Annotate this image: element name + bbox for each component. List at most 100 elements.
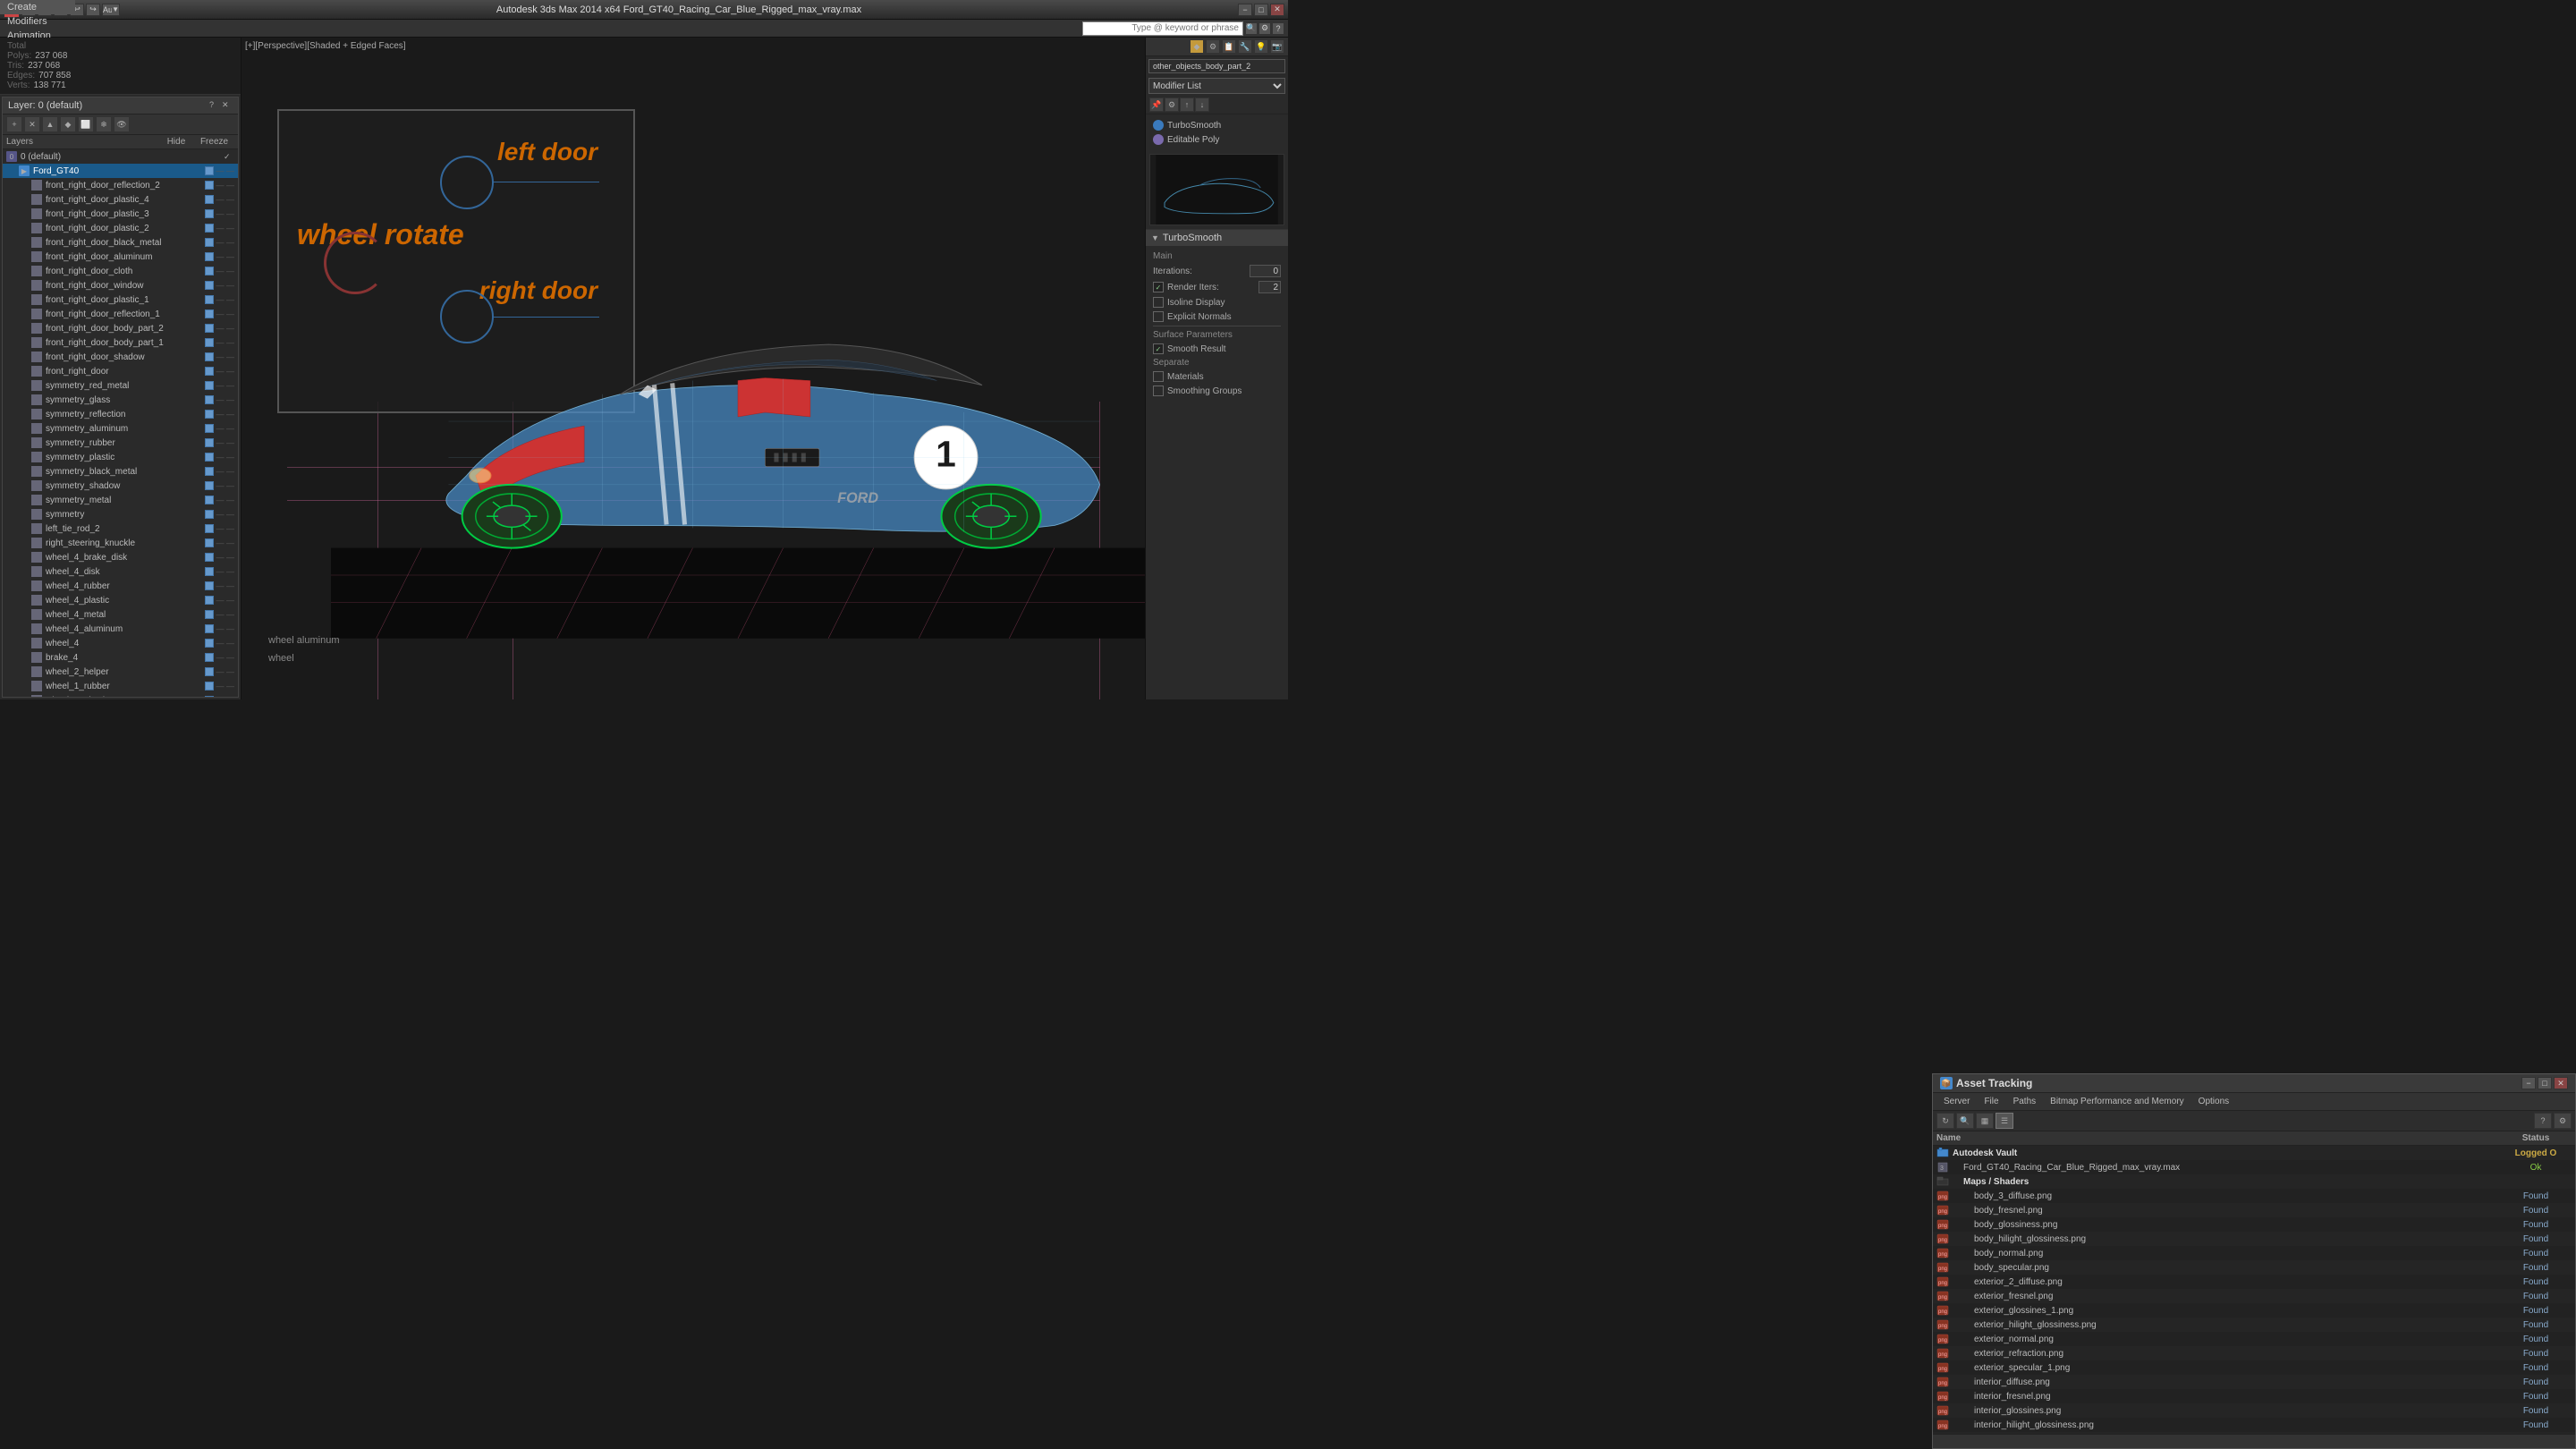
- layer-item-4[interactable]: front_right_door_plastic_3— —: [3, 207, 238, 221]
- asset-minimize-btn[interactable]: −: [2521, 1077, 2536, 1089]
- layer-item-32[interactable]: wheel_4_metal— —: [3, 607, 238, 622]
- asset-item-13[interactable]: pngexterior_normal.pngFound: [1933, 1332, 2575, 1346]
- asset-item-0[interactable]: Autodesk VaultLogged O: [1933, 1146, 2575, 1160]
- layer-delete-btn[interactable]: ✕: [24, 116, 40, 132]
- iterations-input[interactable]: [1250, 265, 1281, 277]
- layer-item-34[interactable]: wheel_4— —: [3, 636, 238, 650]
- layer-item-31[interactable]: wheel_4_plastic— —: [3, 593, 238, 607]
- menu-item-create[interactable]: Create: [0, 0, 75, 14]
- maximize-btn[interactable]: □: [1254, 4, 1268, 16]
- turbosmooth-header[interactable]: ▼ TurboSmooth: [1146, 230, 1288, 246]
- close-btn[interactable]: ✕: [1270, 4, 1284, 16]
- viewport-area[interactable]: [+][Perspective][Shaded + Edged Faces] l…: [242, 38, 1145, 699]
- asset-menu-options[interactable]: Options: [2191, 1095, 2236, 1108]
- modifier-list-dropdown[interactable]: Modifier List: [1148, 78, 1285, 94]
- right-icon-5[interactable]: 💡: [1254, 39, 1268, 54]
- mod-pin-btn[interactable]: 📌: [1149, 97, 1164, 112]
- asset-list[interactable]: Autodesk VaultLogged O3Ford_GT40_Racing_…: [1933, 1146, 2575, 1434]
- layer-item-35[interactable]: brake_4— —: [3, 650, 238, 665]
- layer-item-22[interactable]: symmetry_black_metal— —: [3, 464, 238, 479]
- layer-add-btn[interactable]: ▲: [42, 116, 58, 132]
- layer-close-btn[interactable]: ✕: [222, 100, 233, 111]
- layer-item-8[interactable]: front_right_door_cloth— —: [3, 264, 238, 278]
- layer-item-13[interactable]: front_right_door_body_part_1— —: [3, 335, 238, 350]
- layer-item-14[interactable]: front_right_door_shadow— —: [3, 350, 238, 364]
- layer-item-1[interactable]: ▶Ford_GT40— —: [3, 164, 238, 178]
- layer-select-btn[interactable]: ◆: [60, 116, 76, 132]
- smooth-result-checkbox[interactable]: ✓: [1153, 343, 1164, 354]
- layer-item-33[interactable]: wheel_4_aluminum— —: [3, 622, 238, 636]
- asset-menu-bitmap[interactable]: Bitmap Performance and Memory: [2043, 1095, 2191, 1108]
- layer-item-28[interactable]: wheel_4_brake_disk— —: [3, 550, 238, 564]
- mod-up-btn[interactable]: ↑: [1180, 97, 1194, 112]
- asset-maximize-btn[interactable]: □: [2538, 1077, 2552, 1089]
- minimize-btn[interactable]: −: [1238, 4, 1252, 16]
- layer-item-2[interactable]: front_right_door_reflection_2— —: [3, 178, 238, 192]
- layer-highlight-btn[interactable]: ⬜: [78, 116, 94, 132]
- asset-item-17[interactable]: pnginterior_fresnel.pngFound: [1933, 1389, 2575, 1403]
- layer-item-20[interactable]: symmetry_rubber— —: [3, 436, 238, 450]
- layer-item-30[interactable]: wheel_4_rubber— —: [3, 579, 238, 593]
- asset-list-btn[interactable]: ☰: [1996, 1113, 2013, 1129]
- asset-item-8[interactable]: pngbody_specular.pngFound: [1933, 1260, 2575, 1275]
- asset-close-btn[interactable]: ✕: [2554, 1077, 2568, 1089]
- layer-item-17[interactable]: symmetry_glass— —: [3, 393, 238, 407]
- layer-item-36[interactable]: wheel_2_helper— —: [3, 665, 238, 679]
- modifier-turbosmooth[interactable]: TurboSmooth: [1149, 118, 1284, 132]
- right-icon-1[interactable]: ◆: [1190, 39, 1204, 54]
- redo-btn[interactable]: ↪: [86, 4, 100, 16]
- layer-item-23[interactable]: symmetry_shadow— —: [3, 479, 238, 493]
- mod-config-btn[interactable]: ⚙: [1165, 97, 1179, 112]
- asset-refresh-btn[interactable]: ↻: [1936, 1113, 1954, 1129]
- mod-down-btn[interactable]: ↓: [1195, 97, 1209, 112]
- layer-item-7[interactable]: front_right_door_aluminum— —: [3, 250, 238, 264]
- layer-item-5[interactable]: front_right_door_plastic_2— —: [3, 221, 238, 235]
- modifier-editable-poly[interactable]: Editable Poly: [1149, 132, 1284, 147]
- right-icon-2[interactable]: ⚙: [1206, 39, 1220, 54]
- layer-item-27[interactable]: right_steering_knuckle— —: [3, 536, 238, 550]
- asset-resolve-btn[interactable]: 🔍: [1956, 1113, 1974, 1129]
- layer-item-18[interactable]: symmetry_reflection— —: [3, 407, 238, 421]
- explicit-normals-checkbox[interactable]: [1153, 311, 1164, 322]
- workspace-dropdown[interactable]: Autodesk 3ds Max 2014 x64 Ford_GT40_Raci…: [102, 4, 120, 16]
- render-iters-checkbox[interactable]: ✓: [1153, 282, 1164, 292]
- layer-item-9[interactable]: front_right_door_window— —: [3, 278, 238, 292]
- layer-item-37[interactable]: wheel_1_rubber— —: [3, 679, 238, 693]
- asset-item-15[interactable]: pngexterior_specular_1.pngFound: [1933, 1360, 2575, 1375]
- menu-item-modifiers[interactable]: Modifiers: [0, 14, 75, 29]
- asset-item-4[interactable]: pngbody_fresnel.pngFound: [1933, 1203, 2575, 1217]
- asset-item-12[interactable]: pngexterior_hilight_glossiness.pngFound: [1933, 1318, 2575, 1332]
- layer-hide-all-btn[interactable]: 👁: [114, 116, 130, 132]
- asset-help-btn[interactable]: ?: [2534, 1113, 2552, 1129]
- layer-item-29[interactable]: wheel_4_disk— —: [3, 564, 238, 579]
- asset-item-10[interactable]: pngexterior_fresnel.pngFound: [1933, 1289, 2575, 1303]
- layer-item-0[interactable]: 00 (default)✓: [3, 149, 238, 164]
- layer-item-12[interactable]: front_right_door_body_part_2— —: [3, 321, 238, 335]
- object-name-field[interactable]: other_objects_body_part_2: [1148, 59, 1285, 73]
- asset-item-3[interactable]: pngbody_3_diffuse.pngFound: [1933, 1189, 2575, 1203]
- layer-item-26[interactable]: left_tie_rod_2— —: [3, 521, 238, 536]
- asset-item-18[interactable]: pnginterior_glossines.pngFound: [1933, 1403, 2575, 1418]
- asset-settings-btn[interactable]: ⚙: [2554, 1113, 2572, 1129]
- layer-item-10[interactable]: front_right_door_plastic_1— —: [3, 292, 238, 307]
- asset-item-1[interactable]: 3Ford_GT40_Racing_Car_Blue_Rigged_max_vr…: [1933, 1160, 2575, 1174]
- asset-item-2[interactable]: Maps / Shaders: [1933, 1174, 2575, 1189]
- right-icon-3[interactable]: 📋: [1222, 39, 1236, 54]
- layer-item-24[interactable]: symmetry_metal— —: [3, 493, 238, 507]
- right-icon-6[interactable]: 📷: [1270, 39, 1284, 54]
- asset-item-14[interactable]: pngexterior_refraction.pngFound: [1933, 1346, 2575, 1360]
- right-icon-4[interactable]: 🔧: [1238, 39, 1252, 54]
- help-btn[interactable]: ?: [1272, 22, 1284, 35]
- asset-item-7[interactable]: pngbody_normal.pngFound: [1933, 1246, 2575, 1260]
- asset-item-19[interactable]: pnginterior_hilight_glossiness.pngFound: [1933, 1418, 2575, 1432]
- layer-item-16[interactable]: symmetry_red_metal— —: [3, 378, 238, 393]
- render-iters-input[interactable]: [1258, 281, 1281, 293]
- smoothing-groups-checkbox[interactable]: [1153, 386, 1164, 396]
- asset-grid-btn[interactable]: ▦: [1976, 1113, 1994, 1129]
- layer-new-btn[interactable]: +: [6, 116, 22, 132]
- asset-item-6[interactable]: pngbody_hilight_glossiness.pngFound: [1933, 1232, 2575, 1246]
- asset-item-5[interactable]: pngbody_glossiness.pngFound: [1933, 1217, 2575, 1232]
- asset-item-16[interactable]: pnginterior_diffuse.pngFound: [1933, 1375, 2575, 1389]
- layer-item-11[interactable]: front_right_door_reflection_1— —: [3, 307, 238, 321]
- layer-item-3[interactable]: front_right_door_plastic_4— —: [3, 192, 238, 207]
